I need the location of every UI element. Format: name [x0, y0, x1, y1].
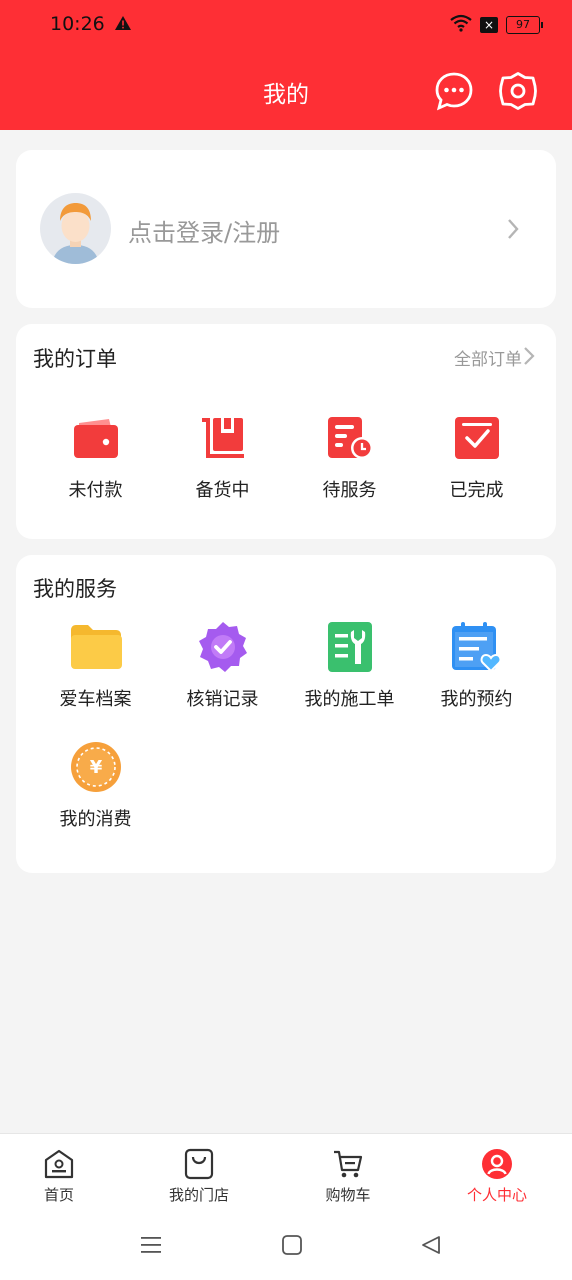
- order-item-label: 未付款: [68, 480, 123, 501]
- nav-cart[interactable]: 购物车: [288, 1134, 408, 1205]
- service-item-label: 我的施工单: [304, 689, 395, 710]
- nav-label: 个人中心: [466, 1186, 527, 1204]
- wallet-icon: [32, 412, 159, 464]
- order-completed[interactable]: 已完成: [413, 412, 540, 502]
- bottom-nav: 首页 我的门店 购物车 个人中心: [0, 1133, 572, 1212]
- service-car-profile[interactable]: 爱车档案: [32, 621, 159, 711]
- verify-badge-icon: [159, 621, 286, 673]
- wifi-icon: [450, 14, 472, 36]
- services-section-title: 我的服务: [33, 577, 117, 601]
- clock-doc-icon: [286, 412, 413, 464]
- order-pending-service[interactable]: 待服务: [286, 412, 413, 502]
- service-work-orders[interactable]: 我的施工单: [286, 621, 413, 711]
- warning-icon: [114, 15, 132, 35]
- all-orders-link[interactable]: 全部订单: [454, 345, 522, 370]
- svg-text:¥: ¥: [89, 757, 102, 778]
- service-appointments[interactable]: 我的预约: [413, 621, 540, 711]
- back-triangle-icon[interactable]: [420, 1234, 442, 1260]
- battery-icon: 97: [506, 16, 543, 34]
- system-nav-bar: [0, 1211, 572, 1280]
- cart-icon: [288, 1134, 408, 1180]
- store-bag-icon: [139, 1134, 259, 1180]
- orders-section-title: 我的订单: [33, 347, 117, 371]
- page-title: 我的: [263, 82, 309, 108]
- order-unpaid[interactable]: 未付款: [32, 412, 159, 502]
- service-verify-records[interactable]: 核销记录: [159, 621, 286, 711]
- orders-card: 我的订单 全部订单 未付款 备货中 待服务 已完成: [16, 324, 556, 539]
- stock-icon: [159, 412, 286, 464]
- nav-label: 我的门店: [168, 1186, 229, 1204]
- nav-profile[interactable]: 个人中心: [437, 1134, 557, 1205]
- settings-icon[interactable]: [498, 71, 538, 111]
- services-grid: 爱车档案 核销记录 我的施工单 我的预约: [16, 621, 556, 711]
- services-grid-row2: ¥ 我的消费: [16, 741, 556, 831]
- header: 10:26 × 97 我的: [0, 0, 572, 130]
- home-square-icon[interactable]: [281, 1234, 303, 1260]
- status-time: 10:26: [50, 13, 105, 35]
- login-register-link[interactable]: 点击登录/注册: [128, 213, 280, 248]
- service-item-label: 核销记录: [186, 689, 259, 710]
- login-card[interactable]: 点击登录/注册: [16, 150, 556, 308]
- service-item-label: 我的预约: [440, 689, 513, 710]
- nav-my-store[interactable]: 我的门店: [139, 1134, 259, 1205]
- orders-grid: 未付款 备货中 待服务 已完成: [16, 412, 556, 502]
- folder-icon: [32, 621, 159, 673]
- status-bar: 10:26 × 97: [0, 0, 572, 52]
- home-icon: [0, 1134, 119, 1180]
- order-item-label: 备货中: [195, 480, 250, 501]
- message-icon[interactable]: [434, 71, 474, 111]
- yuan-coin-icon: ¥: [32, 741, 159, 793]
- calendar-heart-icon: [413, 621, 540, 673]
- sim-off-icon: ×: [480, 17, 498, 33]
- chevron-right-icon: [523, 346, 535, 370]
- nav-home[interactable]: 首页: [0, 1134, 119, 1205]
- order-item-label: 已完成: [449, 480, 504, 501]
- chevron-right-icon: [506, 218, 520, 244]
- check-square-icon: [413, 412, 540, 464]
- service-consumption[interactable]: ¥ 我的消费: [32, 741, 159, 831]
- service-item-label: 我的消费: [59, 809, 132, 830]
- nav-label: 首页: [43, 1186, 74, 1204]
- nav-label: 购物车: [325, 1186, 371, 1204]
- profile-icon: [437, 1134, 557, 1180]
- order-item-label: 待服务: [322, 480, 377, 501]
- services-card: 我的服务 爱车档案 核销记录 我的施工单 我的预约 ¥ 我的消费: [16, 555, 556, 873]
- service-item-label: 爱车档案: [59, 689, 132, 710]
- avatar: [40, 193, 111, 264]
- menu-icon[interactable]: [140, 1234, 162, 1260]
- order-preparing[interactable]: 备货中: [159, 412, 286, 502]
- work-order-icon: [286, 621, 413, 673]
